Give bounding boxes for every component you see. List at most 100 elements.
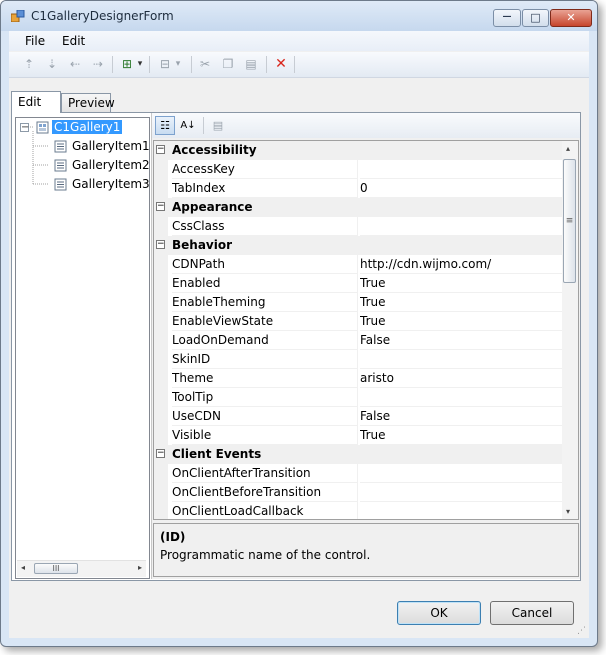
property-row[interactable]: LoadOnDemand False <box>154 331 565 350</box>
delete-icon[interactable]: ✕ <box>273 56 289 72</box>
resize-grip-icon[interactable]: ⋰ <box>577 626 587 636</box>
collapse-icon[interactable]: − <box>156 449 165 458</box>
minimize-button[interactable]: — <box>493 9 521 27</box>
property-name: EnableViewState <box>172 312 358 331</box>
category-row[interactable]: − Appearance <box>154 198 565 217</box>
property-row[interactable]: UseCDN False <box>154 407 565 426</box>
property-value[interactable]: True <box>360 426 565 445</box>
property-row[interactable]: CssClass <box>154 217 565 236</box>
chevron-down-icon[interactable]: ▾ <box>136 56 144 72</box>
tree-node-item1[interactable]: GalleryItem1 <box>54 138 152 155</box>
property-row[interactable]: OnClientLoadCallback <box>154 502 565 519</box>
scroll-thumb[interactable]: III <box>34 563 78 574</box>
property-value[interactable] <box>360 483 565 502</box>
scroll-thumb[interactable]: ≡ <box>563 159 576 283</box>
tree-node-root[interactable]: C1Gallery1 <box>36 119 123 136</box>
category-row[interactable]: − Behavior <box>154 236 565 255</box>
category-name: Appearance <box>172 200 253 214</box>
property-value[interactable]: 0 <box>360 179 565 198</box>
row-gutter <box>154 312 168 331</box>
alphabetical-view-button[interactable]: A↓ <box>178 116 198 135</box>
property-row[interactable]: Enabled True <box>154 274 565 293</box>
toolbar-separator <box>191 56 192 73</box>
paste-icon[interactable]: ▤ <box>243 56 259 72</box>
property-row[interactable]: OnClientAfterTransition <box>154 464 565 483</box>
title-bar[interactable]: C1GalleryDesignerForm — □ ✕ <box>1 1 597 31</box>
property-value[interactable] <box>360 217 565 236</box>
property-row[interactable]: Visible True <box>154 426 565 445</box>
close-button[interactable]: ✕ <box>550 9 592 27</box>
move-down-icon[interactable]: ⇢ <box>90 56 106 72</box>
property-row[interactable]: OnClientBeforeTransition <box>154 483 565 502</box>
category-row[interactable]: − Client Events <box>154 445 565 464</box>
cut-icon[interactable]: ✂ <box>197 56 213 72</box>
property-pages-button[interactable]: ▤ <box>208 116 228 135</box>
collapse-icon[interactable]: − <box>156 145 165 154</box>
move-up-icon[interactable]: ⇠ <box>67 56 83 72</box>
property-value[interactable]: True <box>360 312 565 331</box>
move-top-icon[interactable]: ⇡ <box>21 56 37 72</box>
property-value[interactable]: http://cdn.wijmo.com/ <box>360 255 565 274</box>
property-row[interactable]: CDNPath http://cdn.wijmo.com/ <box>154 255 565 274</box>
property-value[interactable] <box>360 502 565 519</box>
maximize-icon: □ <box>530 11 541 24</box>
property-value[interactable] <box>360 160 565 179</box>
chevron-down-icon[interactable]: ▾ <box>174 56 182 72</box>
property-value[interactable] <box>360 464 565 483</box>
scroll-up-icon[interactable]: ▴ <box>566 144 570 153</box>
property-value[interactable] <box>360 388 565 407</box>
gallery-tree[interactable]: − C1Gallery1 GalleryItem1 GalleryItem2 G… <box>15 117 150 579</box>
toolbar-separator <box>112 56 113 73</box>
move-bottom-icon[interactable]: ⇣ <box>44 56 60 72</box>
insert-item-icon[interactable]: ⊟ <box>157 56 173 72</box>
property-name: Visible <box>172 426 358 445</box>
property-value[interactable] <box>360 350 565 369</box>
cancel-button[interactable]: Cancel <box>490 601 574 625</box>
menu-bar: File Edit <box>9 31 589 51</box>
designer-window: C1GalleryDesignerForm — □ ✕ File Edit ⇡ … <box>0 0 598 647</box>
toolbar-separator <box>203 117 204 134</box>
category-row[interactable]: − Accessibility <box>154 141 565 160</box>
categorized-view-button[interactable]: ☷ <box>155 116 175 135</box>
property-name: CssClass <box>172 217 358 236</box>
row-gutter <box>154 331 168 350</box>
add-child-icon[interactable]: ⊞ <box>119 56 135 72</box>
menu-file[interactable]: File <box>25 34 45 48</box>
menu-edit[interactable]: Edit <box>62 34 85 48</box>
property-row[interactable]: SkinID <box>154 350 565 369</box>
property-list: − Accessibility AccessKey TabIndex 0 − Appe… <box>153 140 579 520</box>
collapse-icon[interactable]: − <box>156 240 165 249</box>
ok-button[interactable]: OK <box>397 601 481 625</box>
gallery-item-icon <box>54 159 67 172</box>
property-name: LoadOnDemand <box>172 331 358 350</box>
property-row[interactable]: EnableTheming True <box>154 293 565 312</box>
property-value[interactable]: True <box>360 293 565 312</box>
tree-node-label: GalleryItem2 <box>72 158 150 172</box>
property-row[interactable]: TabIndex 0 <box>154 179 565 198</box>
copy-icon[interactable]: ❐ <box>220 56 236 72</box>
property-value[interactable]: True <box>360 274 565 293</box>
property-row[interactable]: Theme aristo <box>154 369 565 388</box>
close-icon: ✕ <box>566 11 576 24</box>
scroll-right-icon[interactable]: ▸ <box>138 563 142 572</box>
property-value[interactable]: False <box>360 331 565 350</box>
property-name: OnClientAfterTransition <box>172 464 358 483</box>
scroll-down-icon[interactable]: ▾ <box>566 507 570 516</box>
property-vertical-scrollbar[interactable]: ▴ ≡ ▾ <box>562 141 578 519</box>
property-row[interactable]: ToolTip <box>154 388 565 407</box>
tree-node-item3[interactable]: GalleryItem3 <box>54 176 152 193</box>
collapse-icon[interactable]: − <box>156 202 165 211</box>
row-gutter <box>154 350 168 369</box>
tab-edit[interactable]: Edit <box>11 91 61 113</box>
property-row[interactable]: EnableViewState True <box>154 312 565 331</box>
tree-horizontal-scrollbar[interactable]: ◂ III ▸ <box>17 560 146 577</box>
tree-collapse-toggle[interactable]: − <box>20 123 29 133</box>
tree-node-item2[interactable]: GalleryItem2 <box>54 157 152 174</box>
row-gutter <box>154 274 168 293</box>
tab-preview[interactable]: Preview <box>61 93 115 112</box>
property-value[interactable]: aristo <box>360 369 565 388</box>
maximize-button[interactable]: □ <box>522 9 549 27</box>
property-value[interactable]: False <box>360 407 565 426</box>
scroll-left-icon[interactable]: ◂ <box>21 563 25 572</box>
property-row[interactable]: AccessKey <box>154 160 565 179</box>
